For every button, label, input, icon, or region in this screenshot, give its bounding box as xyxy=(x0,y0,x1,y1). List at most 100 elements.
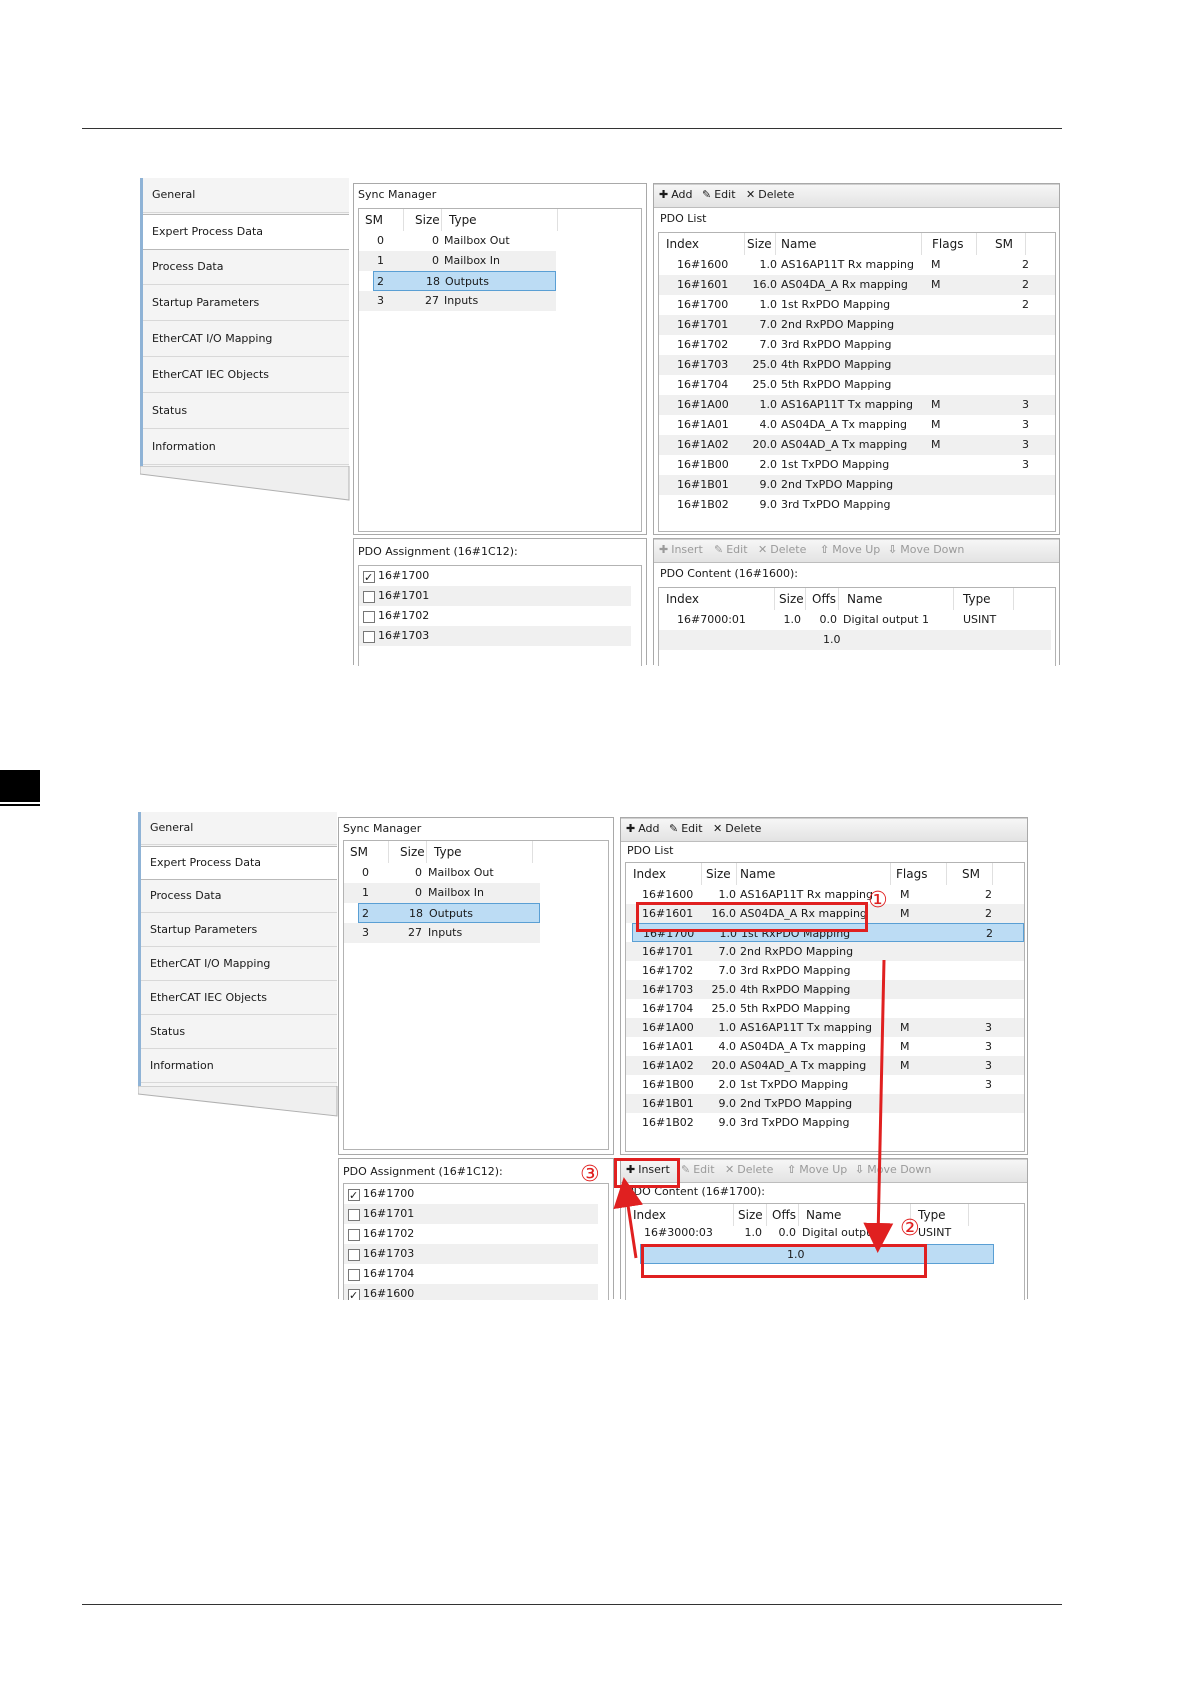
name-cell: Digital output 1 xyxy=(843,613,929,626)
arrow-up-icon: ⇧ xyxy=(820,543,830,556)
col-index[interactable]: Index xyxy=(666,233,745,255)
col-sm[interactable]: SM xyxy=(365,209,404,231)
name-cell: AS16AP11T Rx mapping xyxy=(781,258,914,271)
checkbox[interactable] xyxy=(363,611,375,623)
pdo-row[interactable]: 16#1701 7.0 2nd RxPDO Mapping xyxy=(659,315,1055,335)
index-cell: 16#1B01 xyxy=(677,478,729,491)
index-cell: 16#1702 xyxy=(677,338,729,351)
size-cell: 0 xyxy=(432,254,439,267)
pdo-row[interactable]: 16#1601 16.0 AS04DA_A Rx mapping M 2 xyxy=(659,275,1055,295)
offs-cell: 0.0 xyxy=(819,613,838,626)
checkbox[interactable] xyxy=(363,631,375,643)
size-cell: 1.0 xyxy=(759,298,778,311)
index-cell: 16#1700 xyxy=(677,298,729,311)
nav-process-data[interactable]: Process Data xyxy=(143,250,349,285)
assignment-label: 16#1701 xyxy=(378,589,430,602)
assignment-item[interactable]: 16#1701 xyxy=(359,586,631,606)
nav-startup-parameters[interactable]: Startup Parameters xyxy=(143,286,349,321)
pdo-row[interactable]: 16#1A01 4.0 AS04DA_A Tx mapping M 3 xyxy=(659,415,1055,435)
type-cell: Outputs xyxy=(445,275,489,288)
col-type[interactable]: Type xyxy=(963,588,1014,610)
col-index[interactable]: Index xyxy=(666,588,775,610)
assignment-item[interactable]: 16#1700 xyxy=(359,566,641,588)
col-name[interactable]: Name xyxy=(847,588,954,610)
nav-expert-process-data[interactable]: Expert Process Data xyxy=(143,214,349,250)
checkbox[interactable] xyxy=(363,591,375,603)
name-cell: 5th RxPDO Mapping xyxy=(781,378,892,391)
index-cell: 16#1B00 xyxy=(677,458,729,471)
name-cell: 1st RxPDO Mapping xyxy=(781,298,891,311)
add-button[interactable]: ✚ Add xyxy=(659,188,693,201)
col-size[interactable]: Size xyxy=(747,233,776,255)
edit-button[interactable]: ✎ Edit xyxy=(714,543,748,556)
size-cell: 18 xyxy=(426,275,440,288)
size-cell: 1.0 xyxy=(759,258,778,271)
pdo-row[interactable]: 16#1700 1.0 1st RxPDO Mapping 2 xyxy=(659,295,1055,315)
delete-label: Delete xyxy=(758,188,795,201)
size-cell: 7.0 xyxy=(759,318,778,331)
content-row[interactable]: 16#7000:01 1.0 0.0 Digital output 1 USINT xyxy=(659,610,1055,630)
nav-panel: General Expert Process Data Process Data… xyxy=(140,178,349,468)
nav-general[interactable]: General xyxy=(143,178,349,213)
name-cell: 1st TxPDO Mapping xyxy=(781,458,890,471)
pdo-row[interactable]: 16#1702 7.0 3rd RxPDO Mapping xyxy=(659,335,1055,355)
index-cell: 16#1601 xyxy=(677,278,729,291)
col-name[interactable]: Name xyxy=(781,233,922,255)
size-cell: 20.0 xyxy=(752,438,778,451)
delete-button[interactable]: ✕ Delete xyxy=(746,188,794,201)
plus-icon: ✚ xyxy=(659,543,669,556)
size-cell: 9.0 xyxy=(759,478,778,491)
flags-cell: M xyxy=(931,258,941,271)
pdo-row[interactable]: 16#1B02 9.0 3rd TxPDO Mapping xyxy=(659,495,1055,515)
name-cell: AS04AD_A Tx mapping xyxy=(781,438,908,451)
index-cell: 16#1A01 xyxy=(677,418,729,431)
pdo-row[interactable]: 16#1B00 2.0 1st TxPDO Mapping 3 xyxy=(659,455,1055,475)
assignment-item[interactable]: 16#1702 xyxy=(359,606,641,626)
pdo-row[interactable]: 16#1600 1.0 AS16AP11T Rx mapping M 2 xyxy=(659,255,1055,275)
move-up-button[interactable]: ⇧ Move Up xyxy=(820,543,880,556)
insert-button[interactable]: ✚ Insert xyxy=(659,543,703,556)
col-flags[interactable]: Flags xyxy=(932,233,977,255)
pdo-row[interactable]: 16#1703 25.0 4th RxPDO Mapping xyxy=(659,355,1055,375)
nav-information[interactable]: Information xyxy=(143,430,349,465)
edit-label: Edit xyxy=(726,543,748,556)
flags-cell: M xyxy=(931,418,941,431)
pdo-list-toolbar: ✚ Add ✎ Edit ✕ Delete xyxy=(654,184,1059,208)
screenshot-2: General Expert Process Data Process Data… xyxy=(138,810,1028,1300)
plus-icon: ✚ xyxy=(659,188,669,201)
assignment-item[interactable]: 16#1703 xyxy=(359,626,631,646)
edit-button[interactable]: ✎ Edit xyxy=(702,188,736,201)
size-cell: 9.0 xyxy=(759,498,778,511)
pdo-row[interactable]: 16#1A00 1.0 AS16AP11T Tx mapping M 3 xyxy=(659,395,1055,415)
col-size[interactable]: Size xyxy=(779,588,806,610)
size-cell: 4.0 xyxy=(759,418,778,431)
sm-cell: 3 xyxy=(1022,418,1029,431)
move-up-label: Move Up xyxy=(832,543,881,556)
assignment-label: 16#1700 xyxy=(378,569,430,582)
size-cell: 25.0 xyxy=(752,378,778,391)
size-cell: 2.0 xyxy=(759,458,778,471)
pdo-row[interactable]: 16#1A02 20.0 AS04AD_A Tx mapping M 3 xyxy=(659,435,1055,455)
pdo-row[interactable]: 16#1704 25.0 5th RxPDO Mapping xyxy=(659,375,1055,395)
chapter-tab xyxy=(0,770,40,806)
nav-ethercat-iec-objects[interactable]: EtherCAT IEC Objects xyxy=(143,358,349,393)
nav-ethercat-io-mapping[interactable]: EtherCAT I/O Mapping xyxy=(143,322,349,357)
col-sm[interactable]: SM xyxy=(995,233,1026,255)
checkbox-checked[interactable] xyxy=(363,568,375,588)
col-size[interactable]: Size xyxy=(415,209,442,231)
col-offs[interactable]: Offs xyxy=(812,588,839,610)
assignment-label: 16#1703 xyxy=(378,629,430,642)
pdo-assignment-title: PDO Assignment (16#1C12): xyxy=(358,545,518,558)
pdo-row[interactable]: 16#1B01 9.0 2nd TxPDO Mapping xyxy=(659,475,1055,495)
type-cell: Mailbox In xyxy=(444,254,500,267)
move-down-button[interactable]: ⇩ Move Down xyxy=(888,543,964,556)
sm-row[interactable]: 3 27 Inputs xyxy=(359,291,556,311)
sm-row-selected[interactable]: 2 18 Outputs xyxy=(373,271,556,291)
sm-row[interactable]: 0 0 Mailbox Out xyxy=(359,231,556,251)
col-type[interactable]: Type xyxy=(449,209,558,231)
delete-label: Delete xyxy=(770,543,807,556)
delete-button[interactable]: ✕ Delete xyxy=(758,543,806,556)
pdo-assignment-group: PDO Assignment (16#1C12): 16#1700 16#170… xyxy=(353,538,647,666)
sm-row[interactable]: 1 0 Mailbox In xyxy=(359,251,556,271)
nav-status[interactable]: Status xyxy=(143,394,349,429)
